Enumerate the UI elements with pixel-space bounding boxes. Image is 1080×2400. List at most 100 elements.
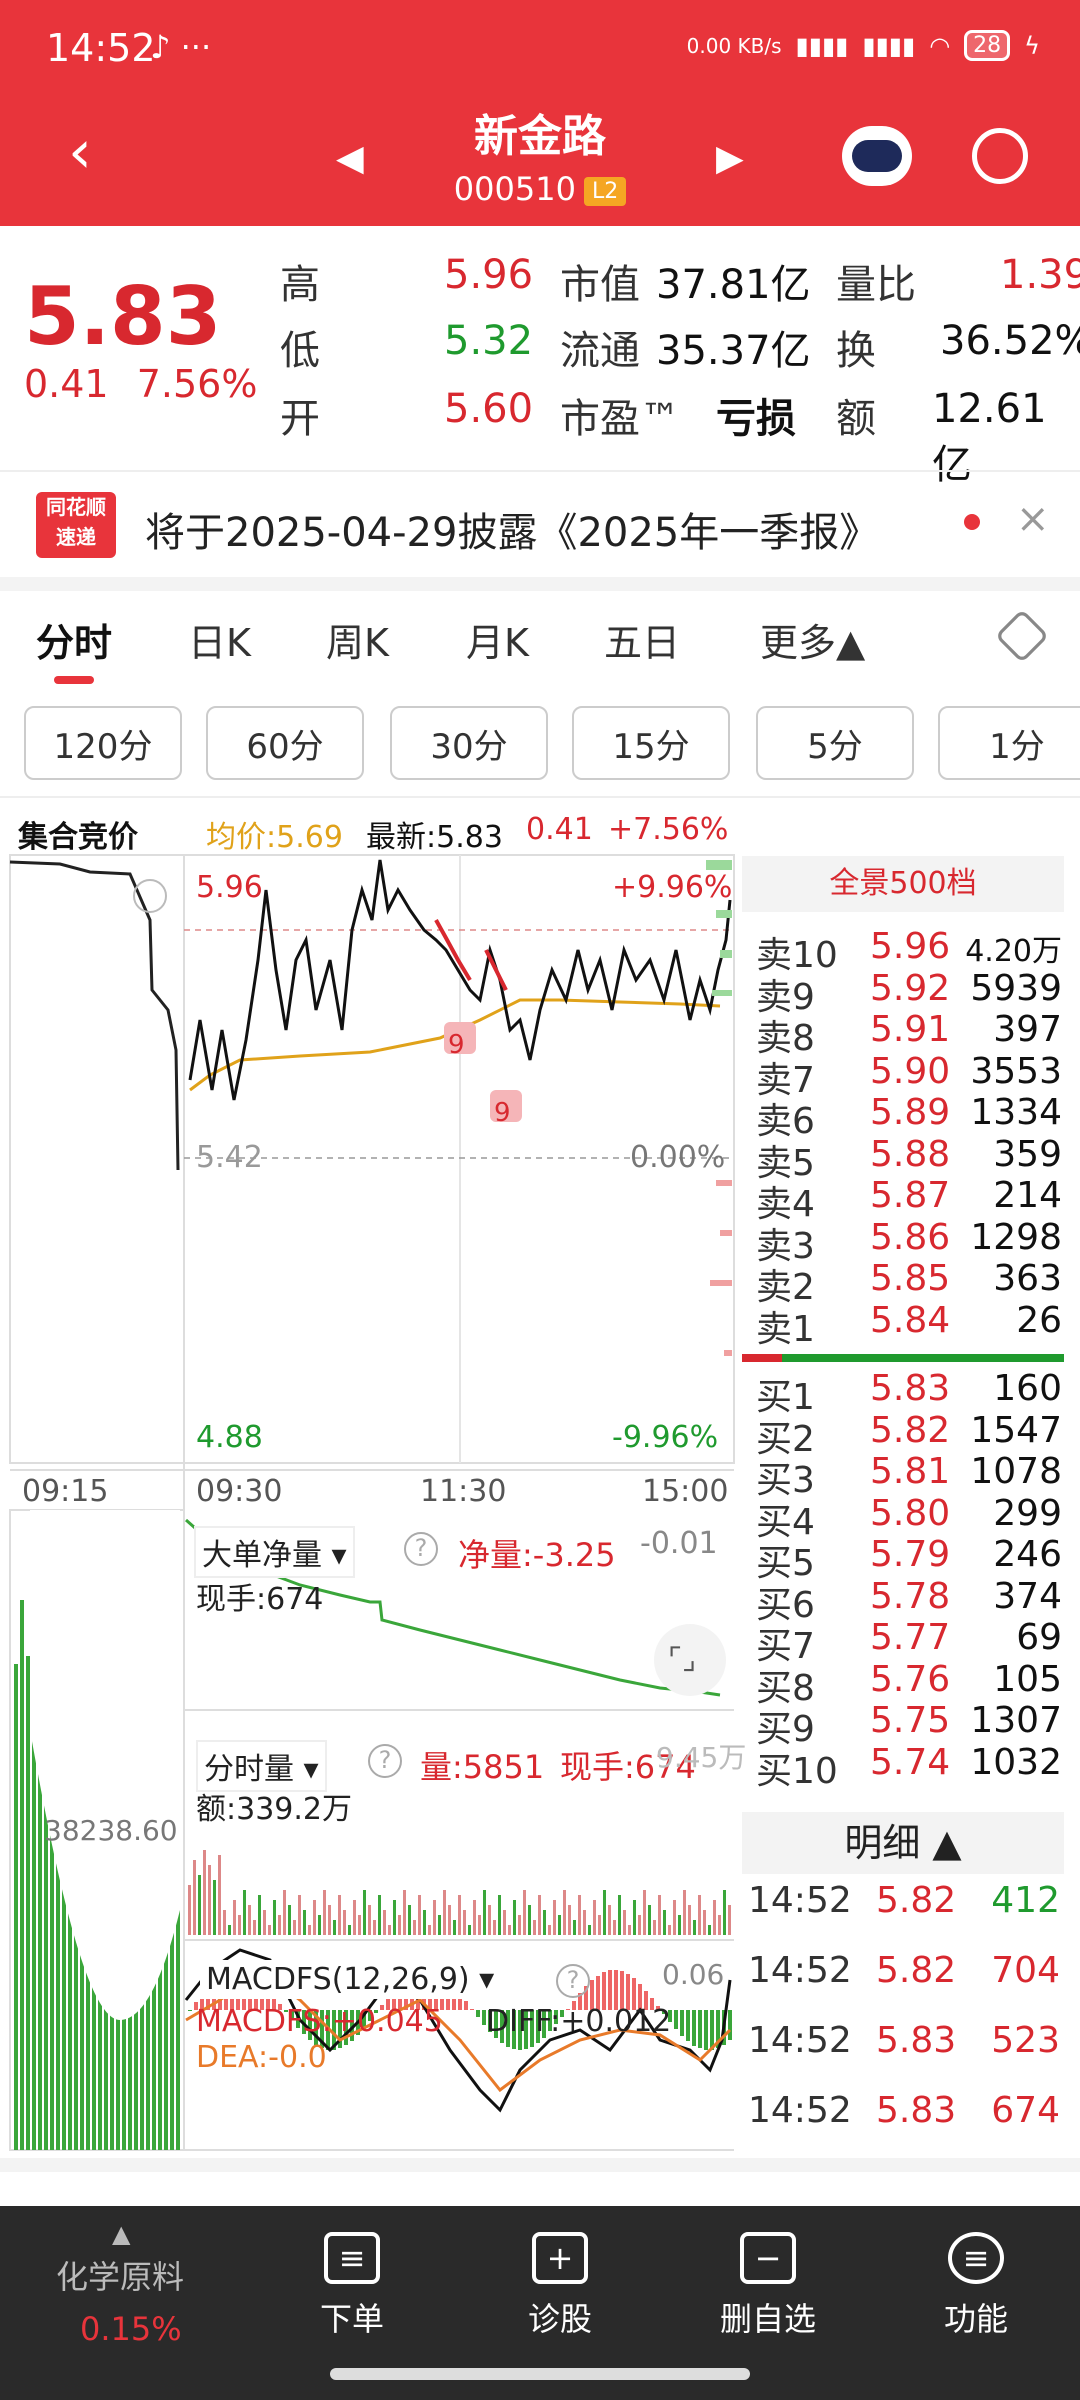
volume-bar xyxy=(268,1925,271,1935)
volume-bar xyxy=(228,1925,231,1935)
bid-row[interactable]: 买1 5.83 160 xyxy=(756,1368,1066,1418)
big-order-side: -0.01 xyxy=(640,1526,718,1561)
notice-bar[interactable]: 同花顺 速递 将于2025-04-29披露《2025年一季报》 × xyxy=(0,470,1080,575)
period-30[interactable]: 30分 xyxy=(390,706,548,780)
trade-detail-header[interactable]: 明细 ▲ xyxy=(742,1812,1064,1874)
bid-row[interactable]: 买8 5.76 105 xyxy=(756,1659,1066,1709)
volume-bar xyxy=(248,1905,251,1935)
help-icon[interactable]: ? xyxy=(368,1744,402,1778)
search-icon[interactable] xyxy=(972,128,1028,184)
latest-pct: +7.56% xyxy=(608,812,729,847)
home-indicator[interactable] xyxy=(330,2368,750,2380)
volume-bar xyxy=(243,1890,246,1935)
robot-assistant-icon[interactable] xyxy=(842,126,912,186)
ask-volume: 359 xyxy=(993,1133,1062,1175)
ask-price: 5.96 xyxy=(870,926,951,967)
volume-bar xyxy=(658,1895,661,1935)
volume-bar xyxy=(293,1920,296,1935)
expand-up-icon[interactable]: ▲ xyxy=(112,2220,130,2248)
big-order-dropdown[interactable]: 大单净量 ▾ xyxy=(194,1526,355,1578)
bid-volume: 374 xyxy=(993,1575,1062,1617)
ask-row[interactable]: 卖8 5.91 397 xyxy=(756,1009,1066,1059)
period-120[interactable]: 120分 xyxy=(24,706,182,780)
volume-bar xyxy=(313,1900,316,1935)
volume-bar xyxy=(663,1910,666,1935)
volume-bar xyxy=(213,1880,216,1935)
close-icon[interactable]: × xyxy=(1016,496,1050,542)
macd-bar xyxy=(476,2010,480,2017)
volume-bar xyxy=(668,1925,671,1935)
volume-bar xyxy=(458,1895,461,1935)
nav-diagnose[interactable]: + 诊股 xyxy=(480,2232,640,2340)
tab-weekly-k[interactable]: 周K xyxy=(326,612,389,667)
tab-five-day[interactable]: 五日 xyxy=(604,612,680,667)
ask-price: 5.85 xyxy=(870,1258,951,1299)
settings-icon[interactable] xyxy=(994,608,1050,664)
sector-name[interactable]: 化学原料 xyxy=(56,2252,184,2298)
high-label: 高 xyxy=(280,262,320,308)
volume-bar xyxy=(188,1885,191,1935)
macd-dropdown[interactable]: MACDFS(12,26,9) ▾ xyxy=(200,1960,501,1999)
trade-price: 5.83 xyxy=(876,2020,957,2061)
period-1[interactable]: 1分 xyxy=(938,706,1080,780)
volume-bar xyxy=(348,1925,351,1935)
bid-volume: 69 xyxy=(1016,1617,1062,1658)
ask-row[interactable]: 卖1 5.84 26 xyxy=(756,1300,1066,1350)
trade-price: 5.83 xyxy=(876,2090,957,2131)
bid-row[interactable]: 买6 5.78 374 xyxy=(756,1575,1066,1626)
help-icon[interactable]: ? xyxy=(404,1532,438,1566)
volume-bar xyxy=(683,1890,686,1935)
macd-value: MACDFS:+0.045 xyxy=(196,2004,443,2039)
volume-bar xyxy=(578,1895,581,1935)
nav-functions[interactable]: ≡ 功能 xyxy=(896,2232,1056,2340)
ask-volume: 1298 xyxy=(970,1216,1062,1258)
next-stock-icon[interactable]: ▶ xyxy=(716,138,744,179)
volume-bar xyxy=(628,1925,631,1935)
float-value: 35.37亿 xyxy=(656,328,811,374)
volume-bar xyxy=(203,1850,206,1935)
divider xyxy=(0,796,1080,798)
ask-row[interactable]: 卖4 5.87 214 xyxy=(756,1175,1066,1225)
ask-row[interactable]: 卖2 5.85 363 xyxy=(756,1258,1066,1308)
bid-row[interactable]: 买3 5.81 1078 xyxy=(756,1451,1066,1501)
tab-timeshare[interactable]: 分时 xyxy=(36,612,112,667)
period-60[interactable]: 60分 xyxy=(206,706,364,780)
bid-row[interactable]: 买2 5.82 1547 xyxy=(756,1410,1066,1460)
tab-daily-k[interactable]: 日K xyxy=(188,612,251,667)
help-icon[interactable]: ? xyxy=(556,1964,590,1998)
nav-remove-watch[interactable]: − 删自选 xyxy=(688,2232,848,2340)
period-5[interactable]: 5分 xyxy=(756,706,914,780)
volume-bar xyxy=(263,1910,266,1935)
volume-bar xyxy=(383,1910,386,1935)
nav-order[interactable]: ≡ 下单 xyxy=(272,2232,432,2340)
volume-bar xyxy=(563,1890,566,1935)
full-depth-title[interactable]: 全景500档 xyxy=(742,856,1064,912)
price-high-label: 5.96 xyxy=(196,870,263,905)
tab-monthly-k[interactable]: 月K xyxy=(466,612,529,667)
ask-row[interactable]: 卖7 5.90 3553 xyxy=(756,1051,1066,1101)
bid-row[interactable]: 买4 5.80 299 xyxy=(756,1493,1066,1543)
ask-row[interactable]: 卖5 5.88 359 xyxy=(756,1133,1066,1184)
bid-row[interactable]: 买10 5.74 1032 xyxy=(756,1742,1066,1792)
ask-row[interactable]: 卖10 5.96 4.20万 xyxy=(756,926,1066,976)
volume-bar xyxy=(453,1920,456,1935)
full-depth-title-text: 全景500档 xyxy=(829,866,977,901)
bid-row[interactable]: 买9 5.75 1307 xyxy=(756,1700,1066,1750)
volume-bar xyxy=(283,1890,286,1935)
volume-bar xyxy=(693,1920,696,1935)
ask-row[interactable]: 卖6 5.89 1334 xyxy=(756,1092,1066,1142)
trade-time: 14:52 xyxy=(748,2020,852,2061)
trade-price: 5.82 xyxy=(876,1950,957,1991)
ask-row[interactable]: 卖3 5.86 1298 xyxy=(756,1216,1066,1267)
stock-code-text: 000510 xyxy=(453,170,576,208)
divider xyxy=(0,2158,1080,2172)
price-change: 0.41 7.56% xyxy=(24,362,257,406)
expand-icon[interactable]: ⌜⌟ xyxy=(668,1642,696,1677)
tab-more[interactable]: 更多▲ xyxy=(760,612,865,667)
bid-row[interactable]: 买5 5.79 246 xyxy=(756,1534,1066,1584)
bid-price: 5.81 xyxy=(870,1451,951,1492)
ask-row[interactable]: 卖9 5.92 5939 xyxy=(756,968,1066,1018)
period-15[interactable]: 15分 xyxy=(572,706,730,780)
volume-bar xyxy=(208,1865,211,1935)
bid-row[interactable]: 买7 5.77 69 xyxy=(756,1617,1066,1667)
